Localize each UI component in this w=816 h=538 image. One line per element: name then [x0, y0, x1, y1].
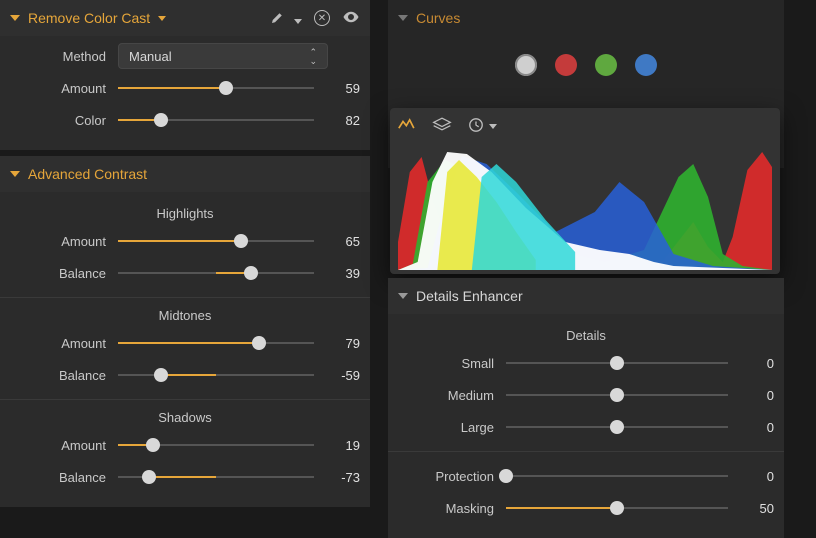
history-tab-icon[interactable]: [466, 117, 497, 133]
panel-details-enhancer: Details Enhancer Details Small 0 Medium …: [388, 278, 784, 538]
slider-medium[interactable]: [506, 386, 728, 404]
slider-large[interactable]: [506, 418, 728, 436]
value-small: 0: [728, 356, 774, 371]
slider-protection[interactable]: [506, 467, 728, 485]
value-color: 82: [314, 113, 360, 128]
panel-title: Advanced Contrast: [28, 166, 147, 182]
label-amount: Amount: [10, 234, 118, 249]
slider-highlights-amount[interactable]: [118, 232, 314, 250]
value-amount: 59: [314, 81, 360, 96]
value-large: 0: [728, 420, 774, 435]
value-masking: 50: [728, 501, 774, 516]
label-balance: Balance: [10, 368, 118, 383]
panel-title: Details Enhancer: [416, 288, 523, 304]
label-masking: Masking: [398, 501, 506, 516]
label-balance: Balance: [10, 266, 118, 281]
channel-blue[interactable]: [635, 54, 657, 76]
panel-title: Curves: [416, 10, 460, 26]
value-medium: 0: [728, 388, 774, 403]
channel-luma[interactable]: [515, 54, 537, 76]
heading-midtones: Midtones: [10, 308, 360, 323]
slider-amount[interactable]: [118, 79, 314, 97]
slider-small[interactable]: [506, 354, 728, 372]
label-balance: Balance: [10, 470, 118, 485]
label-medium: Medium: [398, 388, 506, 403]
label-amount: Amount: [10, 81, 118, 96]
channel-red[interactable]: [555, 54, 577, 76]
histogram-tab-icon[interactable]: [398, 116, 418, 135]
visibility-icon[interactable]: [342, 8, 360, 29]
value-highlights-balance: 39: [314, 266, 360, 281]
curves-channel-picker: [388, 36, 784, 88]
slider-midtones-amount[interactable]: [118, 334, 314, 352]
histogram-display: [398, 142, 772, 270]
value-protection: 0: [728, 469, 774, 484]
slider-masking[interactable]: [506, 499, 728, 517]
panel-remove-color-cast: Remove Color Cast ✕ Method Manual: [0, 0, 370, 150]
heading-details: Details: [398, 328, 774, 343]
chevron-down-icon: [10, 171, 20, 177]
heading-highlights: Highlights: [10, 206, 360, 221]
slider-color[interactable]: [118, 111, 314, 129]
brush-dropdown-icon[interactable]: [294, 19, 302, 24]
value-midtones-balance: -59: [314, 368, 360, 383]
reset-icon[interactable]: ✕: [314, 10, 330, 26]
value-shadows-balance: -73: [314, 470, 360, 485]
label-amount: Amount: [10, 438, 118, 453]
slider-highlights-balance[interactable]: [118, 264, 314, 282]
brush-icon[interactable]: [266, 8, 284, 29]
label-protection: Protection: [398, 469, 506, 484]
select-chevron-icon: ⌃⌄: [309, 48, 317, 66]
panel-header[interactable]: Advanced Contrast: [0, 156, 370, 192]
options-chevron-icon[interactable]: [158, 16, 166, 21]
slider-midtones-balance[interactable]: [118, 366, 314, 384]
method-select[interactable]: Manual ⌃⌄: [118, 43, 328, 69]
chevron-down-icon: [10, 15, 20, 21]
chevron-down-icon: [398, 293, 408, 299]
panel-advanced-contrast: Advanced Contrast Highlights Amount 65 B…: [0, 156, 370, 507]
value-midtones-amount: 79: [314, 336, 360, 351]
histogram-card: [390, 108, 780, 274]
panel-title: Remove Color Cast: [28, 10, 150, 26]
slider-shadows-amount[interactable]: [118, 436, 314, 454]
value-shadows-amount: 19: [314, 438, 360, 453]
channel-green[interactable]: [595, 54, 617, 76]
method-value: Manual: [129, 49, 172, 64]
slider-shadows-balance[interactable]: [118, 468, 314, 486]
chevron-down-icon: [398, 15, 408, 21]
label-small: Small: [398, 356, 506, 371]
label-amount: Amount: [10, 336, 118, 351]
label-color: Color: [10, 113, 118, 128]
layers-tab-icon[interactable]: [432, 116, 452, 135]
panel-header[interactable]: Details Enhancer: [388, 278, 784, 314]
label-method: Method: [10, 49, 118, 64]
label-large: Large: [398, 420, 506, 435]
panel-header[interactable]: Remove Color Cast ✕: [0, 0, 370, 36]
value-highlights-amount: 65: [314, 234, 360, 249]
heading-shadows: Shadows: [10, 410, 360, 425]
panel-header[interactable]: Curves: [388, 0, 784, 36]
